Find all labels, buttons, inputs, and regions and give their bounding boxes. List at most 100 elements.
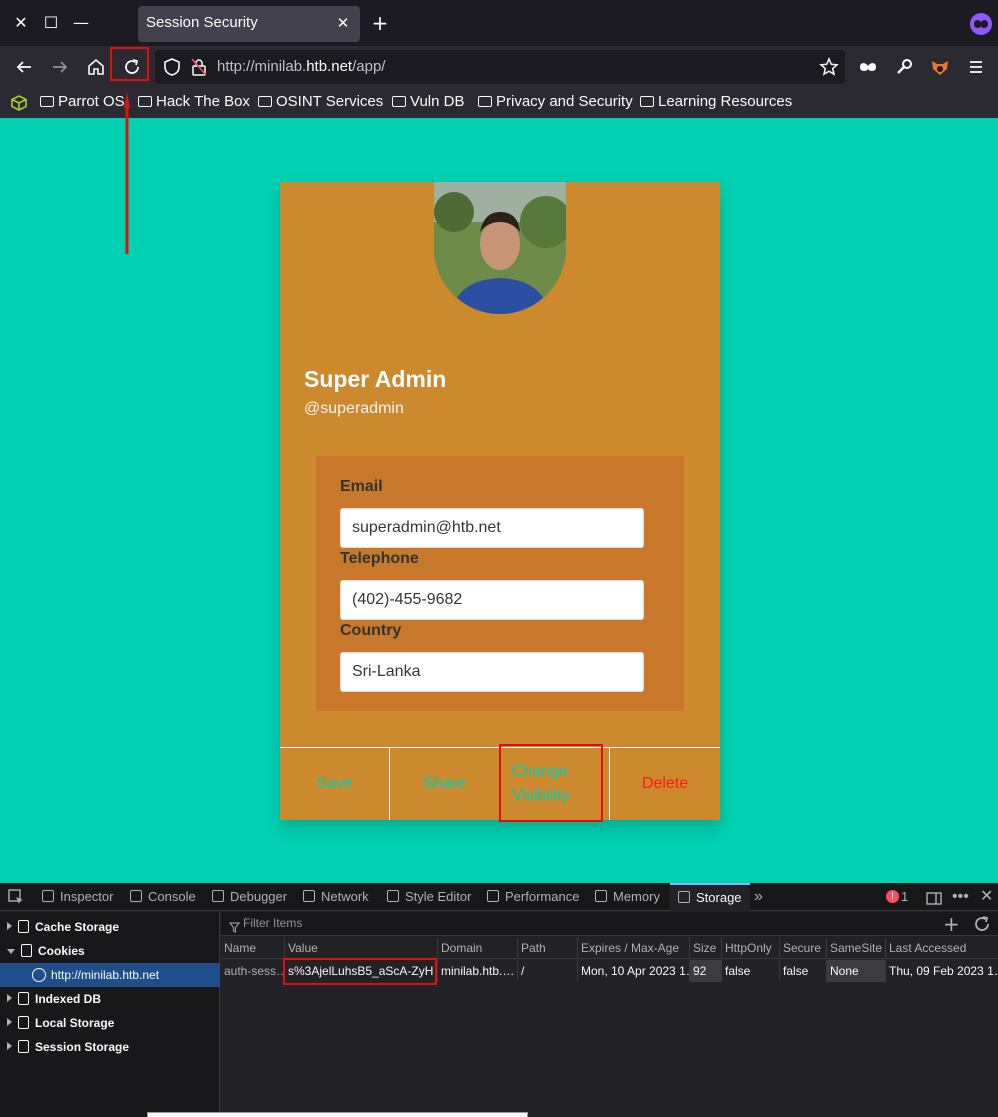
cookie-httponly-cell[interactable]: false — [721, 960, 779, 982]
sidebar-item-cookies[interactable]: Cookies — [0, 939, 220, 963]
profile-name: Super Admin — [304, 366, 447, 392]
hamburger-menu-icon[interactable] — [964, 55, 988, 79]
insecure-lock-icon[interactable] — [191, 58, 207, 80]
element-picker-icon[interactable] — [8, 889, 24, 909]
url-text[interactable]: http://minilab.htb.net/app/ — [217, 58, 385, 75]
column-header-name[interactable]: Name — [221, 937, 284, 959]
bookmark-privacy-and-security[interactable]: Privacy and Security — [478, 93, 633, 110]
expand-arrow-icon[interactable] — [7, 1042, 12, 1050]
tab-network[interactable]: Network — [303, 883, 369, 911]
navigation-bar: http://minilab.htb.net/app/ — [0, 46, 998, 88]
expand-arrow-icon[interactable] — [7, 994, 12, 1002]
profile-details: Email superadmin@htb.net Telephone (402)… — [316, 456, 684, 711]
more-tabs-chevron-icon[interactable]: » — [754, 883, 763, 911]
tab-close-icon[interactable]: ✕ — [332, 12, 354, 34]
annotation-box-reload — [110, 47, 149, 81]
bookmark-hack-the-box[interactable]: Hack The Box — [138, 93, 250, 110]
folder-icon — [40, 96, 54, 107]
folder-icon — [478, 96, 492, 107]
column-header-expires[interactable]: Expires / Max-Age — [577, 937, 689, 959]
cookie-path-cell[interactable]: / — [517, 960, 577, 982]
delete-button[interactable]: Delete — [610, 748, 720, 820]
devtools-close-icon[interactable]: ✕ — [980, 883, 993, 911]
status-tooltip — [147, 1112, 528, 1117]
tab-debugger[interactable]: Debugger — [212, 883, 287, 911]
debugger-icon — [212, 890, 224, 902]
column-header-secure[interactable]: Secure — [779, 937, 826, 959]
bookmark-star-icon[interactable] — [819, 57, 839, 81]
column-header-path[interactable]: Path — [517, 937, 577, 959]
sidebar-item-indexed-db[interactable]: Indexed DB — [0, 987, 220, 1011]
back-arrow-icon[interactable] — [12, 55, 36, 79]
forward-arrow-icon[interactable] — [48, 55, 72, 79]
tab-bar: ✕ ☐ — Session Security ✕ + — [0, 0, 998, 46]
cookie-secure-cell[interactable]: false — [779, 960, 826, 982]
bookmark-parrot-os[interactable]: Parrot OS — [40, 93, 125, 110]
maximize-window-button[interactable]: ☐ — [40, 12, 62, 34]
cookie-samesite-cell[interactable]: None — [826, 960, 885, 982]
telephone-field[interactable]: (402)-455-9682 — [340, 580, 644, 620]
new-tab-button[interactable]: + — [369, 12, 391, 34]
folder-icon — [258, 96, 272, 107]
cookie-size-cell[interactable]: 92 — [689, 960, 721, 982]
column-header-value[interactable]: Value — [284, 937, 437, 959]
annotation-arrow — [124, 92, 130, 258]
filter-input[interactable]: Filter Items — [243, 916, 302, 930]
tab-inspector[interactable]: Inspector — [42, 883, 113, 911]
expand-arrow-icon[interactable] — [7, 1018, 12, 1026]
dock-toggle-icon[interactable] — [926, 890, 942, 910]
cookie-domain-cell[interactable]: minilab.htb.… — [437, 960, 517, 982]
tab-memory[interactable]: Memory — [595, 883, 660, 911]
country-field[interactable]: Sri-Lanka — [340, 652, 644, 692]
close-window-button[interactable]: ✕ — [10, 12, 32, 34]
style-editor-icon — [387, 890, 399, 902]
bookmark-vuln-db[interactable]: Vuln DB — [392, 93, 464, 110]
refresh-items-icon[interactable] — [973, 915, 991, 937]
storage-icon — [18, 920, 29, 933]
add-item-icon[interactable]: + — [943, 912, 960, 936]
url-bar[interactable]: http://minilab.htb.net/app/ — [155, 50, 845, 84]
browser-tab[interactable]: Session Security ✕ — [138, 6, 360, 42]
bookmark-learning-resources[interactable]: Learning Resources — [640, 93, 792, 110]
storage-icon — [18, 1040, 29, 1053]
email-field[interactable]: superadmin@htb.net — [340, 508, 644, 548]
bookmark-osint-services[interactable]: OSINT Services — [258, 93, 383, 110]
column-header-size[interactable]: Size — [689, 937, 721, 959]
cookie-last-accessed-cell[interactable]: Thu, 09 Feb 2023 1… — [885, 960, 998, 982]
minimize-window-button[interactable]: — — [70, 12, 92, 34]
cookie-name-cell[interactable]: auth-sess… — [221, 960, 284, 982]
home-icon[interactable] — [84, 55, 108, 79]
devtools-more-icon[interactable]: ••• — [952, 883, 969, 911]
column-header-domain[interactable]: Domain — [437, 937, 517, 959]
tab-style-editor[interactable]: Style Editor — [387, 883, 471, 911]
tab-performance[interactable]: Performance — [487, 883, 579, 911]
column-header-samesite[interactable]: SameSite — [826, 937, 885, 959]
error-icon[interactable]: ! — [886, 890, 899, 903]
error-count[interactable]: 1 — [901, 883, 908, 911]
private-mask-icon[interactable] — [856, 55, 880, 79]
shield-icon[interactable] — [163, 57, 181, 81]
column-header-httponly[interactable]: HttpOnly — [721, 937, 779, 959]
annotation-box-cookie-value — [283, 958, 437, 985]
sidebar-item-cookie-host[interactable]: http://minilab.htb.net — [0, 963, 220, 987]
expand-arrow-icon[interactable] — [7, 922, 12, 930]
share-button[interactable]: Share — [390, 748, 500, 820]
filter-bar: Filter Items + — [221, 912, 998, 936]
tab-title: Session Security — [146, 14, 258, 31]
extension-fox-icon[interactable] — [928, 55, 952, 79]
cookie-expires-cell[interactable]: Mon, 10 Apr 2023 1… — [577, 960, 689, 982]
profile-card: Super Admin @superadmin Email superadmin… — [280, 182, 720, 820]
wrench-icon[interactable] — [892, 55, 916, 79]
inspector-icon — [42, 890, 54, 902]
sidebar-item-cache-storage[interactable]: Cache Storage — [0, 915, 220, 939]
filter-funnel-icon — [228, 918, 241, 937]
column-header-last-accessed[interactable]: Last Accessed — [885, 937, 998, 959]
private-browsing-icon — [970, 13, 992, 35]
save-button[interactable]: Save — [280, 748, 390, 820]
sidebar-item-local-storage[interactable]: Local Storage — [0, 1011, 220, 1035]
tab-console[interactable]: Console — [130, 883, 196, 911]
tab-storage[interactable]: Storage — [670, 883, 750, 911]
collapse-arrow-icon[interactable] — [7, 949, 15, 954]
sidebar-item-session-storage[interactable]: Session Storage — [0, 1035, 220, 1059]
network-icon — [303, 890, 315, 902]
